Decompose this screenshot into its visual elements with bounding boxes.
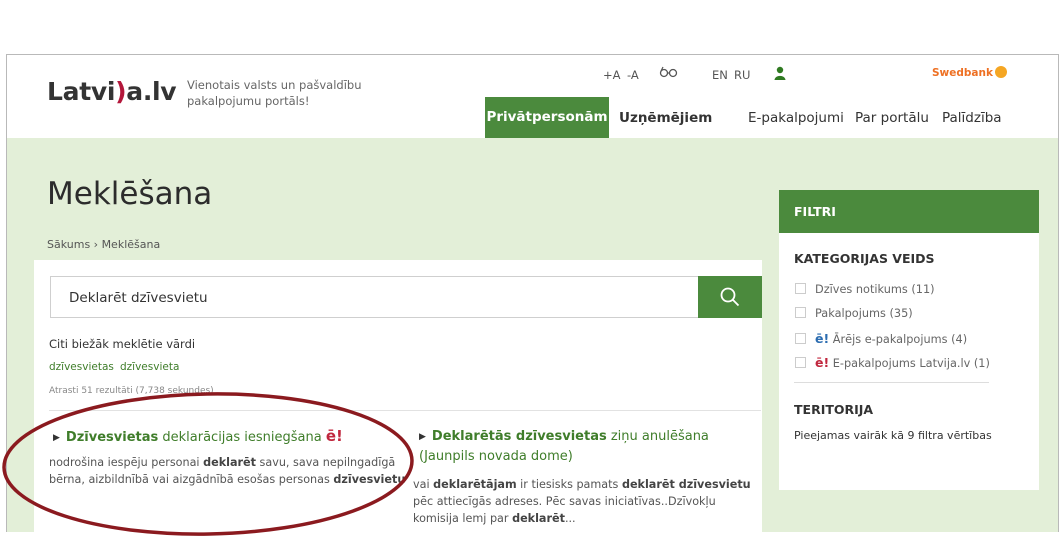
checkbox[interactable] [795, 307, 806, 318]
checkbox[interactable] [795, 333, 806, 344]
search-button[interactable] [698, 276, 762, 318]
filter-option[interactable]: ē! Ārējs e-pakalpojums (4) [795, 331, 967, 346]
site-tagline: Vienotais valsts un pašvaldību pakalpoju… [187, 78, 362, 108]
result-title-link[interactable]: ▶ Dzīvesvietas deklarācijas iesniegšana ē… [53, 427, 423, 448]
nav-eservices[interactable]: E-pakalpojumi [748, 110, 844, 126]
filter-option[interactable]: Pakalpojums (35) [795, 307, 913, 320]
swedbank-label: Swedbank [932, 67, 993, 79]
checkbox[interactable] [795, 283, 806, 294]
site-logo[interactable]: Latvi)a.lv [47, 77, 177, 106]
expand-triangle-icon: ▶ [419, 432, 426, 442]
swedbank-sun-icon [994, 66, 1007, 78]
site-header: Latvi)a.lv Vienotais valsts un pašvaldīb… [7, 55, 1058, 147]
category-filter-title: KATEGORIJAS VEIDS [794, 251, 935, 266]
search-input[interactable]: Deklarēt dzīvesvietu [50, 276, 761, 318]
expand-triangle-icon: ▶ [53, 433, 60, 443]
filter-option[interactable]: Dzīves notikums (11) [795, 283, 935, 296]
contrast-icon[interactable] [659, 66, 679, 81]
frequent-term-link[interactable]: dzīvesvietas [49, 361, 114, 373]
nav-private-persons[interactable]: Privātpersonām [485, 97, 609, 147]
eparakstitajs-badge-icon: ē! [325, 427, 343, 445]
search-input-value: Deklarēt dzīvesvietu [69, 290, 208, 306]
more-filter-values-text: Pieejamas vairāk kā 9 filtra vērtības [794, 429, 992, 442]
nav-about-portal[interactable]: Par portālu [855, 110, 929, 126]
search-icon [720, 287, 740, 307]
result-description: vai deklarētājam ir tiesisks pamats dekl… [413, 478, 751, 525]
nav-businesses[interactable]: Uzņēmējiem [619, 110, 712, 126]
font-decrease-button[interactable]: -A [627, 68, 639, 82]
territory-filter-title: TERITORIJA [794, 402, 874, 417]
external-eservice-badge-icon: ē! [815, 331, 830, 346]
browser-viewport: Latvi)a.lv Vienotais valsts un pašvaldīb… [6, 54, 1059, 532]
lang-en-link[interactable]: EN [712, 68, 728, 82]
filters-panel: FILTRI KATEGORIJAS VEIDS Dzīves notikums… [779, 190, 1039, 490]
frequent-terms-title: Citi biežāk meklētie vārdi [49, 337, 196, 351]
search-results-panel: Deklarēt dzīvesvietu Citi biežāk meklēti… [34, 260, 762, 532]
divider [49, 410, 761, 411]
results-count: Atrasti 51 rezultāti (7,738 sekundes) [49, 386, 214, 396]
frequent-term-link[interactable]: dzīvesvieta [120, 361, 179, 373]
lang-ru-link[interactable]: RU [734, 68, 750, 82]
filter-option[interactable]: ē! E-pakalpojums Latvija.lv (1) [795, 355, 990, 370]
result-description: nodrošina iespēju personai deklarēt savu… [49, 456, 406, 486]
swedbank-login-link[interactable]: Swedbank [932, 66, 1007, 79]
filters-header: FILTRI [779, 190, 1039, 233]
nav-help[interactable]: Palīdzība [942, 110, 1002, 126]
page-title: Meklēšana [47, 176, 213, 212]
checkbox[interactable] [795, 357, 806, 368]
divider [794, 382, 989, 383]
font-increase-button[interactable]: +A [603, 68, 621, 82]
eparakstitajs-badge-icon: ē! [815, 355, 830, 370]
user-login-icon[interactable] [774, 66, 786, 83]
result-title-link[interactable]: ▶ Deklarētās dzīvesvietas ziņu anulēšana … [419, 427, 759, 466]
breadcrumb[interactable]: Sākums › Meklēšana [47, 238, 160, 251]
